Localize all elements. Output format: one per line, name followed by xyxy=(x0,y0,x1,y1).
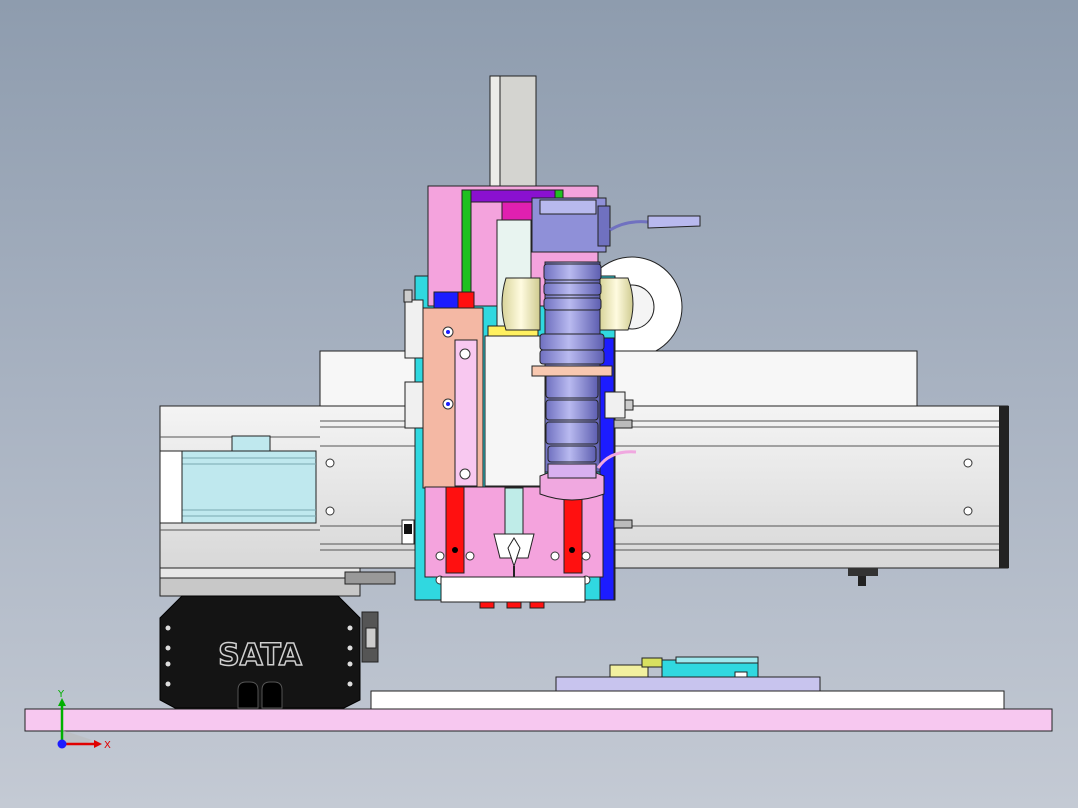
side-clamp-tab xyxy=(403,289,413,303)
right-clamp xyxy=(604,391,626,419)
lower-bracket-2 xyxy=(159,577,361,597)
lens-tip xyxy=(547,463,597,479)
screw-dot-2 xyxy=(446,402,450,406)
driver-plug-face xyxy=(365,627,377,649)
red-block xyxy=(457,291,475,309)
cable-clip xyxy=(344,571,396,585)
lens-collar-salmon xyxy=(531,365,613,377)
rail-end-cap xyxy=(999,406,1009,568)
triad-x-label: X xyxy=(104,740,111,751)
lens-knob-left xyxy=(501,277,541,331)
side-clamp-top xyxy=(404,299,424,359)
coupler-magenta xyxy=(501,201,533,221)
rail-foot-post xyxy=(858,576,866,586)
right-bolt-1 xyxy=(613,419,633,429)
rail-foot xyxy=(848,568,878,576)
side-rail-pink xyxy=(454,339,478,487)
cad-model-drawing[interactable]: SATA Y X xyxy=(0,0,1078,808)
camera-side xyxy=(597,205,611,247)
servo-motor-body xyxy=(180,450,317,524)
rail-bolt-left xyxy=(452,547,458,553)
motor-connector xyxy=(231,435,271,452)
lens-rings xyxy=(539,263,605,463)
lens-knob-right xyxy=(599,277,634,331)
red-rail-left xyxy=(445,486,465,574)
triad-y-label: Y xyxy=(57,689,65,700)
rail-bolt-right xyxy=(569,547,575,553)
bottom-red-tabs xyxy=(479,601,545,609)
fixture-platform xyxy=(555,676,821,692)
limit-switch-left-core xyxy=(404,524,412,534)
screw-dot xyxy=(446,330,450,334)
nozzle-tube xyxy=(504,487,524,539)
motor-end-cap xyxy=(159,450,183,524)
camera-cable xyxy=(609,220,649,232)
brand-logo-text: SATA xyxy=(218,638,303,673)
camera-top xyxy=(539,199,597,215)
side-clamp-mid xyxy=(404,381,424,429)
camera-plug xyxy=(647,215,701,229)
lens-mount-housing xyxy=(484,335,546,487)
bottom-plate xyxy=(440,576,586,603)
right-bolt-2 xyxy=(613,519,633,529)
right-clamp-tab xyxy=(624,399,634,411)
lower-bracket xyxy=(159,567,361,579)
workpiece-fixture xyxy=(609,656,759,678)
base-plate xyxy=(24,708,1053,732)
z-column-edge xyxy=(489,75,501,187)
cad-viewport[interactable]: SATA Y X xyxy=(0,0,1078,808)
work-table xyxy=(370,690,1005,710)
